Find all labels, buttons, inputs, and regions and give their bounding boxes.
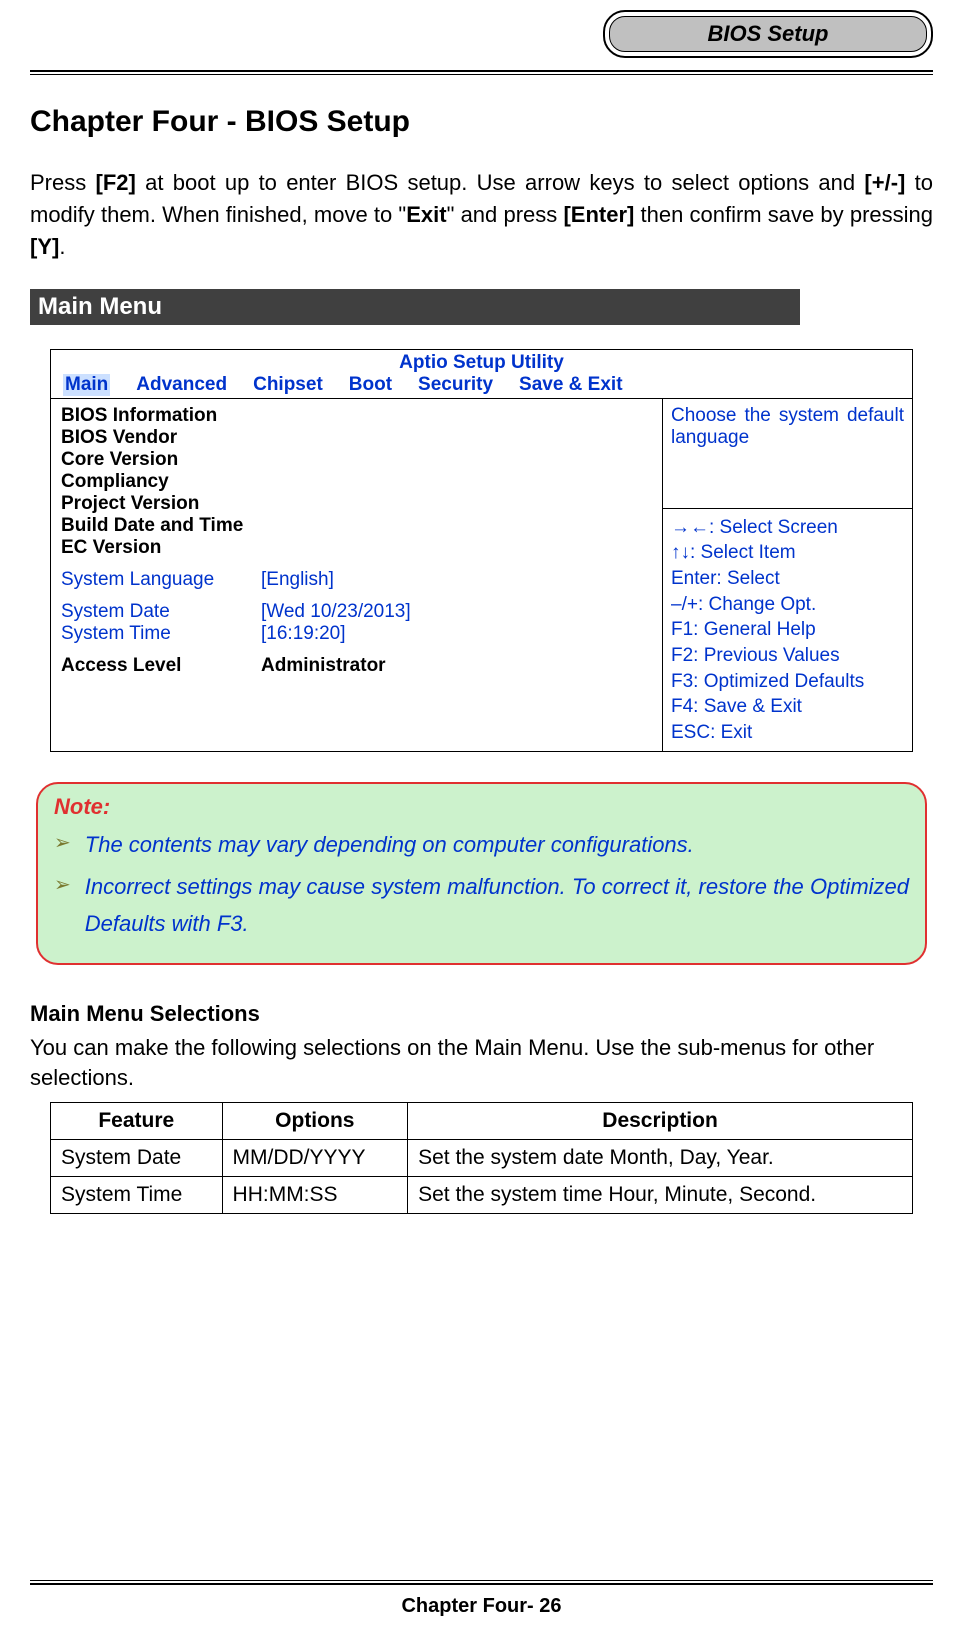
key-enter: [Enter] [563,202,634,227]
cell-feature: System Date [51,1140,223,1177]
table-row: System Date MM/DD/YYYY Set the system da… [51,1140,913,1177]
page-footer: Chapter Four- 26 [0,1580,963,1618]
table-row: System Time HH:MM:SS Set the system time… [51,1177,913,1214]
cell-feature: System Time [51,1177,223,1214]
note-text: The contents may vary depending on compu… [85,826,694,863]
key-f2: [F2] [96,170,136,195]
bios-info-label: BIOS Information [61,405,652,427]
intro-text: . [59,234,65,259]
header-badge: BIOS Setup [609,16,927,52]
bios-left-pane: BIOS Information BIOS Vendor Core Versio… [51,399,662,752]
bios-info-label: Build Date and Time [61,515,652,537]
bios-access-row: Access Level Administrator [61,655,652,677]
bios-help-text: Choose the system default language [663,399,912,509]
header-badge-outer: BIOS Setup [603,10,933,58]
bios-setting-label: System Language [61,569,261,591]
note-item: ➢ Incorrect settings may cause system ma… [54,868,909,943]
key-y: [Y] [30,234,59,259]
cell-description: Set the system time Hour, Minute, Second… [408,1177,913,1214]
cell-options: HH:MM:SS [222,1177,408,1214]
bios-key-line: F4: Save & Exit [671,694,904,720]
bios-tab-main: Main [63,374,110,396]
bullet-icon: ➢ [54,826,71,863]
footer-rule-thin [30,1580,933,1581]
bios-utility-title: Aptio Setup Utility [51,350,912,374]
bios-setting-value: [Wed 10/23/2013] [261,601,411,623]
bios-setting-row: System Date [Wed 10/23/2013] [61,601,652,623]
note-title: Note: [54,794,909,820]
bios-setting-row: System Time [16:19:20] [61,623,652,645]
bios-tab-security: Security [418,374,493,396]
selections-table: Feature Options Description System Date … [50,1102,913,1214]
bios-key-line: F2: Previous Values [671,643,904,669]
cell-description: Set the system date Month, Day, Year. [408,1140,913,1177]
table-header-row: Feature Options Description [51,1103,913,1140]
bios-setting-row: System Language [English] [61,569,652,591]
chapter-title: Chapter Four - BIOS Setup [30,105,933,139]
header-rule-thick [30,70,933,72]
bios-key-help: →←: Select Screen ↑↓: Select Item Enter:… [663,509,912,752]
bios-right-pane: Choose the system default language →←: S… [662,399,912,752]
bios-info-label: EC Version [61,537,652,559]
bios-tab-save-exit: Save & Exit [519,374,623,396]
cell-options: MM/DD/YYYY [222,1140,408,1177]
bios-setting-value: [16:19:20] [261,623,346,645]
table-header-options: Options [222,1103,408,1140]
bios-key-line: –/+: Change Opt. [671,592,904,618]
bullet-icon: ➢ [54,868,71,943]
page-header: BIOS Setup [30,0,933,58]
selections-heading: Main Menu Selections [30,1001,933,1027]
bios-tab-bar: Main Advanced Chipset Boot Security Save… [51,374,912,399]
intro-text: then confirm save by pressing [634,202,933,227]
intro-text: Press [30,170,96,195]
bios-setting-label: System Date [61,601,261,623]
bios-access-value: Administrator [261,655,386,677]
bios-key-line: Enter: Select [671,566,904,592]
intro-paragraph: Press [F2] at boot up to enter BIOS setu… [30,167,933,263]
table-header-feature: Feature [51,1103,223,1140]
selections-text: You can make the following selections on… [30,1033,933,1095]
bios-info-label: Compliancy [61,471,652,493]
bios-setting-label: System Time [61,623,261,645]
bios-key-line: F3: Optimized Defaults [671,669,904,695]
bios-access-label: Access Level [61,655,261,677]
section-heading-main-menu: Main Menu [30,289,800,325]
bios-tab-boot: Boot [349,374,392,396]
key-plus-minus: [+/-] [864,170,905,195]
note-text: Incorrect settings may cause system malf… [85,868,909,943]
table-header-description: Description [408,1103,913,1140]
bios-setting-value: [English] [261,569,334,591]
note-item: ➢ The contents may vary depending on com… [54,826,909,863]
footer-rule-thick [30,1583,933,1585]
bios-screenshot-box: Aptio Setup Utility Main Advanced Chipse… [50,349,913,753]
bios-tab-chipset: Chipset [253,374,323,396]
bios-key-line: →←: Select Screen [671,515,904,541]
intro-text: " and press [447,202,564,227]
header-rule-thin [30,74,933,75]
note-box: Note: ➢ The contents may vary depending … [36,782,927,964]
bios-info-label: BIOS Vendor [61,427,652,449]
footer-page-number: Chapter Four- 26 [0,1595,963,1618]
bios-key-line: F1: General Help [671,617,904,643]
bios-key-line: ESC: Exit [671,720,904,746]
bios-tab-advanced: Advanced [136,374,227,396]
bios-key-line: ↑↓: Select Item [671,540,904,566]
bios-info-label: Project Version [61,493,652,515]
key-exit: Exit [406,202,446,227]
intro-text: at boot up to enter BIOS setup. Use arro… [136,170,865,195]
bios-info-label: Core Version [61,449,652,471]
